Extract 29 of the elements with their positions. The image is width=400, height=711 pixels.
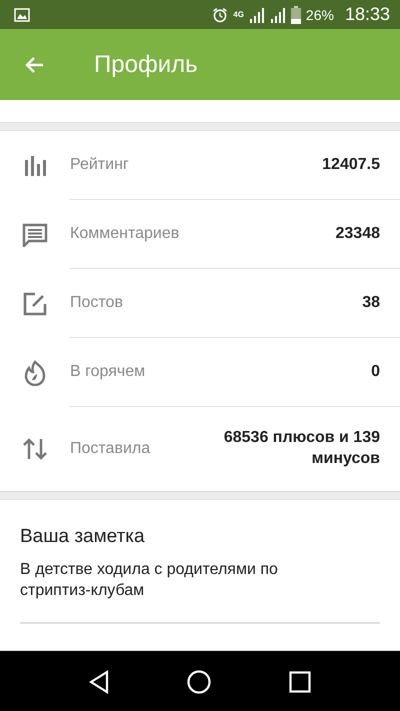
stat-value: 68536 плюсов и 139 минусов bbox=[222, 428, 380, 469]
battery-icon bbox=[290, 6, 301, 24]
stat-label: Рейтинг bbox=[70, 156, 129, 174]
back-icon[interactable] bbox=[89, 670, 109, 694]
recents-icon[interactable] bbox=[289, 671, 311, 694]
bar-chart-icon bbox=[24, 156, 46, 176]
signal-icon bbox=[248, 6, 265, 22]
note-title: Ваша заметка bbox=[20, 526, 146, 548]
stat-value: 38 bbox=[362, 292, 380, 313]
battery-level: 26% bbox=[306, 6, 334, 22]
stat-value: 12407.5 bbox=[322, 154, 380, 175]
stat-value: 23348 bbox=[336, 224, 380, 244]
stat-label: Комментариев bbox=[70, 225, 180, 243]
screen-title: Профиль bbox=[94, 50, 198, 78]
note-field[interactable]: В детстве ходила с родителями по стриптиз-клубам bbox=[20, 560, 380, 624]
edit-icon bbox=[23, 292, 47, 316]
signal-icon bbox=[270, 6, 286, 22]
stat-label: Постов bbox=[70, 294, 123, 312]
stat-label: Поставила bbox=[70, 440, 150, 458]
image-icon bbox=[14, 8, 30, 22]
home-icon[interactable] bbox=[187, 670, 211, 694]
flame-icon bbox=[24, 360, 46, 386]
stat-label: В горячем bbox=[70, 363, 146, 381]
sort-arrows-icon bbox=[22, 437, 48, 461]
clock: 18:33 bbox=[344, 4, 390, 25]
network-type: 4G bbox=[233, 10, 244, 19]
comment-icon bbox=[22, 222, 48, 246]
stat-value: 0 bbox=[371, 362, 380, 382]
alarm-icon bbox=[212, 6, 228, 22]
